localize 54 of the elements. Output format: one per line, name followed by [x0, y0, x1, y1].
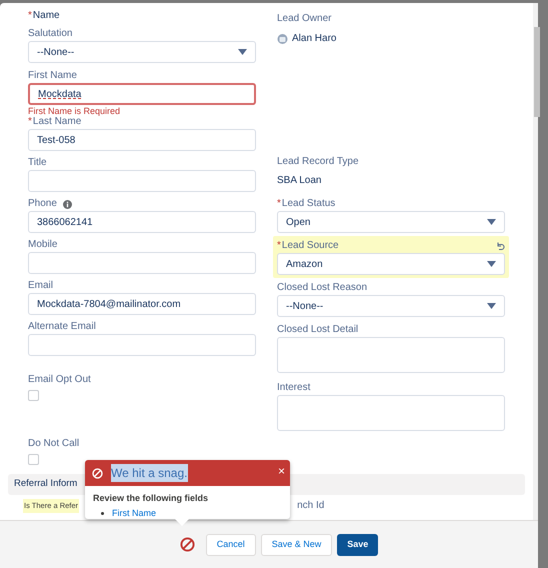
input-field[interactable]: 3866062141: [28, 211, 256, 233]
checkbox[interactable]: [28, 390, 39, 401]
field-label: Lead Owner: [277, 13, 332, 25]
field-label: Mobile: [28, 239, 58, 251]
error-icon[interactable]: [180, 537, 195, 552]
checkbox[interactable]: [28, 454, 39, 465]
save-button[interactable]: Save: [337, 534, 378, 556]
textarea-field[interactable]: [277, 337, 505, 373]
caret-icon: [487, 219, 496, 225]
caret-icon: [238, 49, 247, 55]
select-field[interactable]: Amazon: [277, 253, 505, 275]
owner-name[interactable]: Alan Haro: [292, 31, 336, 46]
field-label: Closed Lost Reason: [277, 282, 368, 294]
field-label: Title: [28, 157, 47, 169]
field-label: Email: [28, 280, 54, 292]
close-button[interactable]: ×: [278, 465, 285, 477]
section-title: Referral Inform: [14, 477, 78, 492]
select-field[interactable]: --None--: [28, 41, 256, 63]
input-field[interactable]: Mockdata-7804@mailinator.com: [28, 293, 256, 315]
field-label: Salutation: [28, 28, 72, 40]
field-label: Interest: [277, 382, 310, 394]
field-label: Phone: [28, 198, 57, 210]
caret-icon: [487, 261, 496, 267]
bullet-icon: [101, 512, 104, 515]
input-field[interactable]: Mockdata: [28, 83, 256, 105]
field-label: *Lead Source: [277, 240, 339, 252]
field-label: First Name: [28, 70, 77, 82]
error-icon: [92, 468, 103, 478]
field-label: *Last Name: [28, 116, 82, 128]
field-label: Alternate Email: [28, 321, 96, 333]
field-label: Lead Record Type: [277, 156, 359, 168]
error-message: First Name is Required: [28, 106, 122, 117]
field-label: nch Id: [297, 499, 324, 513]
select-field[interactable]: Open: [277, 211, 505, 233]
avatar-icon: [277, 32, 288, 44]
input-field[interactable]: [28, 170, 256, 192]
field-label: Email Opt Out: [28, 374, 91, 386]
input-field[interactable]: Test-058: [28, 129, 256, 151]
undo-icon[interactable]: [496, 242, 505, 250]
field-label: Closed Lost Detail: [277, 324, 358, 336]
footer-button[interactable]: Cancel: [206, 534, 256, 556]
input-field[interactable]: [28, 334, 256, 356]
textarea-field[interactable]: [277, 395, 505, 431]
toast-subtitle: Review the following fields: [93, 492, 210, 505]
caret-icon: [487, 303, 496, 309]
field-label: *Lead Status: [277, 198, 336, 210]
toast-title: We hit a snag.: [111, 464, 188, 482]
error-field-link[interactable]: First Name: [112, 506, 156, 520]
field-label: Do Not Call: [28, 438, 80, 450]
select-field[interactable]: --None--: [277, 295, 505, 317]
field-value: SBA Loan: [277, 174, 322, 188]
field-label: *Name: [28, 10, 60, 22]
footer-button[interactable]: Save & New: [260, 534, 332, 556]
input-field[interactable]: [28, 252, 256, 274]
